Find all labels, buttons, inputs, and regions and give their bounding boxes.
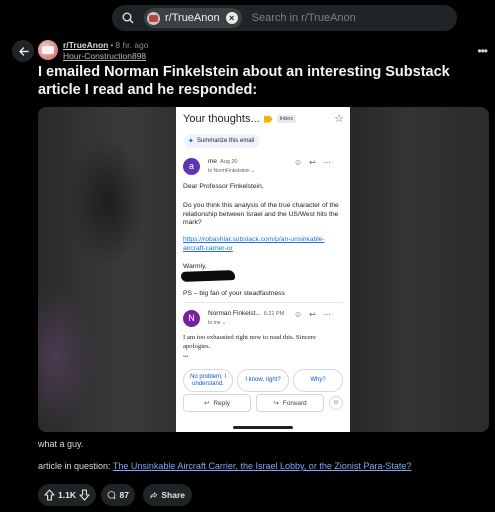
clear-chip-icon[interactable]: × — [225, 12, 238, 24]
subreddit-chip-label: r/TrueAnon — [165, 12, 220, 24]
recipient-line: to NormFinkelstein ⌄ — [208, 168, 256, 174]
trimmed-content-icon: ••• — [183, 354, 189, 360]
emoji-icon: ☺ — [329, 396, 343, 410]
arrow-left-icon — [18, 46, 29, 56]
sender-row: me Aug 20 — [208, 158, 237, 165]
more-icon: ⋯ — [322, 310, 331, 319]
smart-reply-chip: No problem, I understand. — [183, 369, 233, 392]
reply-icon: ↩ — [309, 158, 316, 167]
comments-button[interactable]: 87 — [101, 484, 135, 506]
more-options-icon[interactable]: ••• — [477, 44, 488, 58]
reply-button: ↩ Reply — [183, 394, 251, 412]
meta-separator: • — [110, 40, 114, 50]
post-meta: r/TrueAnon • 8 hr. ago Hour-Construction89… — [63, 40, 148, 61]
share-button[interactable]: Share — [143, 484, 192, 506]
recipient-line: to me ⌄ — [208, 320, 227, 326]
reply-label: Reply — [213, 399, 231, 407]
emoji-reaction-icon: ☺ — [294, 158, 303, 167]
more-icon: ⋯ — [322, 158, 331, 167]
sender-avatar: N — [183, 310, 200, 327]
post-caption: what a guy. — [38, 439, 84, 449]
recipient-text: to me — [208, 320, 221, 326]
inbox-label: Inbox — [276, 115, 297, 123]
subreddit-link[interactable]: r/TrueAnon — [63, 40, 108, 50]
reply-icon: ↩ — [203, 400, 210, 407]
share-icon — [150, 491, 158, 498]
search-bar[interactable]: r/TrueAnon × Search in r/TrueAnon — [112, 5, 457, 31]
article-prefix: article in question: — [38, 461, 113, 471]
sender-name: Norman Finkelst... — [208, 310, 261, 317]
search-input[interactable]: Search in r/TrueAnon — [252, 12, 356, 24]
email-ps: PS – big fan of your steadfastness — [183, 290, 285, 297]
article-line: article in question: The Unsinkable Airc… — [38, 461, 411, 471]
importance-marker-icon — [263, 115, 273, 123]
blurred-backdrop — [38, 287, 98, 427]
vote-count: 1.1K — [58, 490, 76, 500]
post-time: 8 hr. ago — [115, 40, 149, 50]
email-question: Do you think this analysis of the true c… — [183, 202, 339, 227]
email-link: https://robashlar.substack.com/p/an-unsi… — [183, 236, 325, 252]
message-actions: ☺ ↩ ⋯ — [294, 158, 331, 167]
share-label: Share — [161, 490, 185, 500]
subreddit-avatar[interactable] — [38, 40, 58, 60]
forward-label: Forward — [282, 399, 307, 407]
emoji-reaction-icon: ☺ — [294, 310, 303, 319]
sender-row: Norman Finkelst... 6:21 PM — [208, 310, 284, 317]
star-icon: ☆ — [334, 113, 344, 125]
blurred-backdrop — [68, 137, 148, 267]
search-icon — [122, 12, 134, 24]
message-actions: ☺ ↩ ⋯ — [294, 310, 331, 319]
article-link[interactable]: The Unsinkable Aircraft Carrier, the Isr… — [113, 461, 411, 471]
sender-name: me — [208, 158, 218, 165]
reply-icon: ↩ — [309, 310, 316, 319]
back-button[interactable] — [12, 40, 34, 62]
upvote-icon[interactable] — [44, 489, 55, 501]
email-subject: Your thoughts... — [183, 113, 260, 125]
author-link[interactable]: Hour-Construction898 — [63, 51, 148, 62]
subreddit-filter-chip[interactable]: r/TrueAnon × — [144, 8, 242, 28]
vote-bar: 1.1K — [38, 484, 96, 506]
summarize-button: ✦ Summarize this email — [184, 134, 261, 148]
recipient-text: to NormFinkelstein — [208, 168, 250, 174]
email-date: Aug 20 — [220, 159, 238, 165]
reply-body: I am too exhausted right now to read thi… — [183, 334, 316, 350]
email-screenshot[interactable]: Your thoughts... Inbox ☆ ✦ Summarize thi… — [176, 107, 350, 432]
smart-reply-chip: I know, right? — [237, 369, 289, 392]
forward-button: ↪ Forward — [256, 394, 324, 412]
comment-count: 87 — [119, 490, 129, 500]
redaction-scribble — [180, 270, 236, 282]
forward-icon: ↪ — [273, 400, 279, 407]
message-divider — [183, 302, 343, 303]
sparkle-icon: ✦ — [188, 138, 194, 145]
email-subject-row: Your thoughts... Inbox — [183, 113, 297, 125]
post-title: I emailed Norman Finkelstein about an in… — [38, 64, 450, 98]
sender-avatar: a — [183, 158, 200, 175]
email-greeting: Dear Professor Finkelstein, — [183, 183, 264, 190]
comment-icon — [107, 491, 116, 500]
summarize-label: Summarize this email — [196, 138, 255, 144]
home-indicator — [233, 426, 293, 429]
subreddit-chip-avatar — [147, 11, 160, 25]
smart-reply-chip: Why? — [293, 369, 343, 392]
downvote-icon[interactable] — [79, 489, 90, 501]
email-time: 6:21 PM — [263, 311, 285, 317]
